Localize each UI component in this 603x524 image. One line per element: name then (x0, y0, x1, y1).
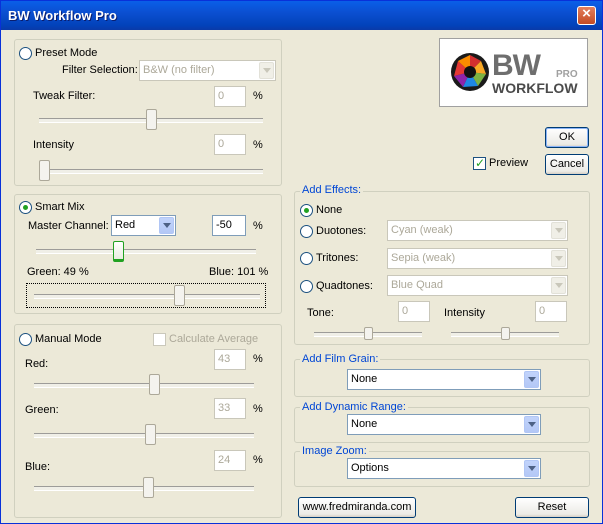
image-zoom-legend: Image Zoom: (300, 445, 369, 457)
green-percent-label: Green: 49 % (27, 266, 89, 278)
red-field[interactable]: 43 (214, 349, 246, 370)
master-channel-dropdown[interactable]: Red (111, 215, 176, 236)
calculate-average-label: Calculate Average (169, 333, 259, 345)
blue-percent-label: Blue: 101 % (209, 266, 269, 278)
image-zoom-value: Options (351, 462, 389, 474)
green-blue-slider[interactable] (174, 285, 185, 306)
effects-intensity-label: Intensity (444, 307, 485, 319)
master-amount-field[interactable]: -50 (212, 215, 246, 236)
red-label: Red: (25, 358, 49, 370)
red-slider[interactable] (149, 374, 160, 395)
preset-intensity-field[interactable]: 0 (214, 134, 246, 155)
preset-intensity-track (39, 169, 263, 174)
preset-mode-label[interactable]: Preset Mode (35, 47, 97, 59)
tweak-filter-unit: % (253, 90, 263, 102)
duotones-dropdown[interactable]: Cyan (weak) (387, 220, 568, 241)
tone-field[interactable]: 0 (398, 301, 430, 322)
chevron-down-icon (159, 217, 174, 234)
preview-label[interactable]: Preview (489, 157, 528, 169)
duotones-label[interactable]: Duotones: (316, 225, 366, 237)
ok-button[interactable]: OK (545, 127, 589, 148)
dynamic-range-dropdown[interactable]: None (347, 414, 541, 435)
effects-intensity-field[interactable]: 0 (535, 301, 567, 322)
film-grain-value: None (351, 373, 378, 385)
reset-button[interactable]: Reset (515, 497, 589, 518)
blue-unit: % (253, 454, 263, 466)
preset-mode-radio[interactable] (19, 47, 32, 60)
effects-intensity-slider[interactable] (501, 327, 510, 340)
green-unit: % (253, 403, 263, 415)
master-amount-unit: % (253, 220, 263, 232)
duotones-radio[interactable] (300, 225, 313, 238)
blue-label: Blue: (25, 461, 51, 473)
green-track (34, 433, 254, 438)
manual-mode-radio[interactable] (19, 333, 32, 346)
logo-bw-text: BW (492, 49, 541, 82)
quadtones-label[interactable]: Quadtones: (316, 280, 373, 292)
add-effects-legend: Add Effects: (300, 184, 364, 196)
filter-selection-value: B&W (no filter) (143, 64, 215, 76)
preset-intensity-slider[interactable] (39, 160, 50, 181)
blue-field[interactable]: 24 (214, 450, 246, 471)
quadtones-radio[interactable] (300, 280, 313, 293)
chevron-down-icon (551, 250, 566, 267)
tritones-radio[interactable] (300, 252, 313, 265)
tone-label: Tone: (307, 307, 334, 319)
calculate-average-checkbox[interactable] (153, 333, 166, 346)
chevron-down-icon (524, 371, 539, 388)
smart-mix-radio[interactable] (19, 201, 32, 214)
tweak-filter-label: Tweak Filter: (33, 90, 96, 102)
title-bar: BW Workflow Pro × (1, 1, 602, 30)
film-grain-dropdown[interactable]: None (347, 369, 541, 390)
dynamic-range-legend: Add Dynamic Range: (300, 401, 408, 413)
dialog-window: BW Workflow Pro × Preset Mode Filter Sel… (0, 0, 603, 524)
tritones-value: Sepia (weak) (391, 252, 456, 264)
master-channel-track (36, 249, 256, 254)
tweak-filter-field[interactable]: 0 (214, 86, 246, 107)
green-field[interactable]: 33 (214, 398, 246, 419)
close-button[interactable]: × (577, 5, 596, 25)
red-track (34, 383, 254, 388)
logo-workflow-text: WORKFLOW (492, 80, 578, 96)
manual-mode-label[interactable]: Manual Mode (35, 333, 102, 345)
blue-slider[interactable] (143, 477, 154, 498)
green-slider[interactable] (145, 424, 156, 445)
tritones-label[interactable]: Tritones: (316, 252, 358, 264)
effects-none-radio[interactable] (300, 204, 313, 217)
bw-workflow-pro-logo: BW PRO WORKFLOW (439, 38, 588, 107)
cancel-button[interactable]: Cancel (545, 154, 589, 175)
aperture-icon (451, 53, 489, 91)
filter-selection-label: Filter Selection: (62, 64, 138, 76)
preset-intensity-unit: % (253, 139, 263, 151)
red-unit: % (253, 353, 263, 365)
dynamic-range-value: None (351, 418, 378, 430)
chevron-down-icon (524, 416, 539, 433)
film-grain-legend: Add Film Grain: (300, 353, 381, 365)
preview-checkbox[interactable] (473, 156, 486, 170)
master-channel-label: Master Channel: (28, 220, 109, 232)
green-label: Green: (25, 404, 59, 416)
tone-slider[interactable] (364, 327, 373, 340)
effects-none-label[interactable]: None (316, 204, 342, 216)
chevron-down-icon (551, 222, 566, 239)
filter-selection-dropdown[interactable]: B&W (no filter) (139, 60, 276, 81)
master-channel-slider[interactable] (113, 241, 124, 262)
close-icon: × (582, 5, 591, 22)
window-title: BW Workflow Pro (8, 8, 117, 23)
website-button[interactable]: www.fredmiranda.com (298, 497, 416, 518)
master-channel-value: Red (115, 219, 136, 231)
chevron-down-icon (551, 277, 566, 294)
image-zoom-dropdown[interactable]: Options (347, 458, 541, 479)
tritones-dropdown[interactable]: Sepia (weak) (387, 248, 568, 269)
preset-intensity-label: Intensity (33, 139, 74, 151)
duotones-value: Cyan (weak) (391, 224, 453, 236)
quadtones-dropdown[interactable]: Blue Quad (387, 275, 568, 296)
smart-mix-label[interactable]: Smart Mix (35, 201, 85, 213)
tweak-filter-slider[interactable] (146, 109, 157, 130)
chevron-down-icon (524, 460, 539, 477)
quadtones-value: Blue Quad (391, 279, 443, 291)
green-blue-track (34, 294, 260, 299)
logo-pro-text: PRO (556, 69, 578, 80)
chevron-down-icon (259, 62, 274, 79)
